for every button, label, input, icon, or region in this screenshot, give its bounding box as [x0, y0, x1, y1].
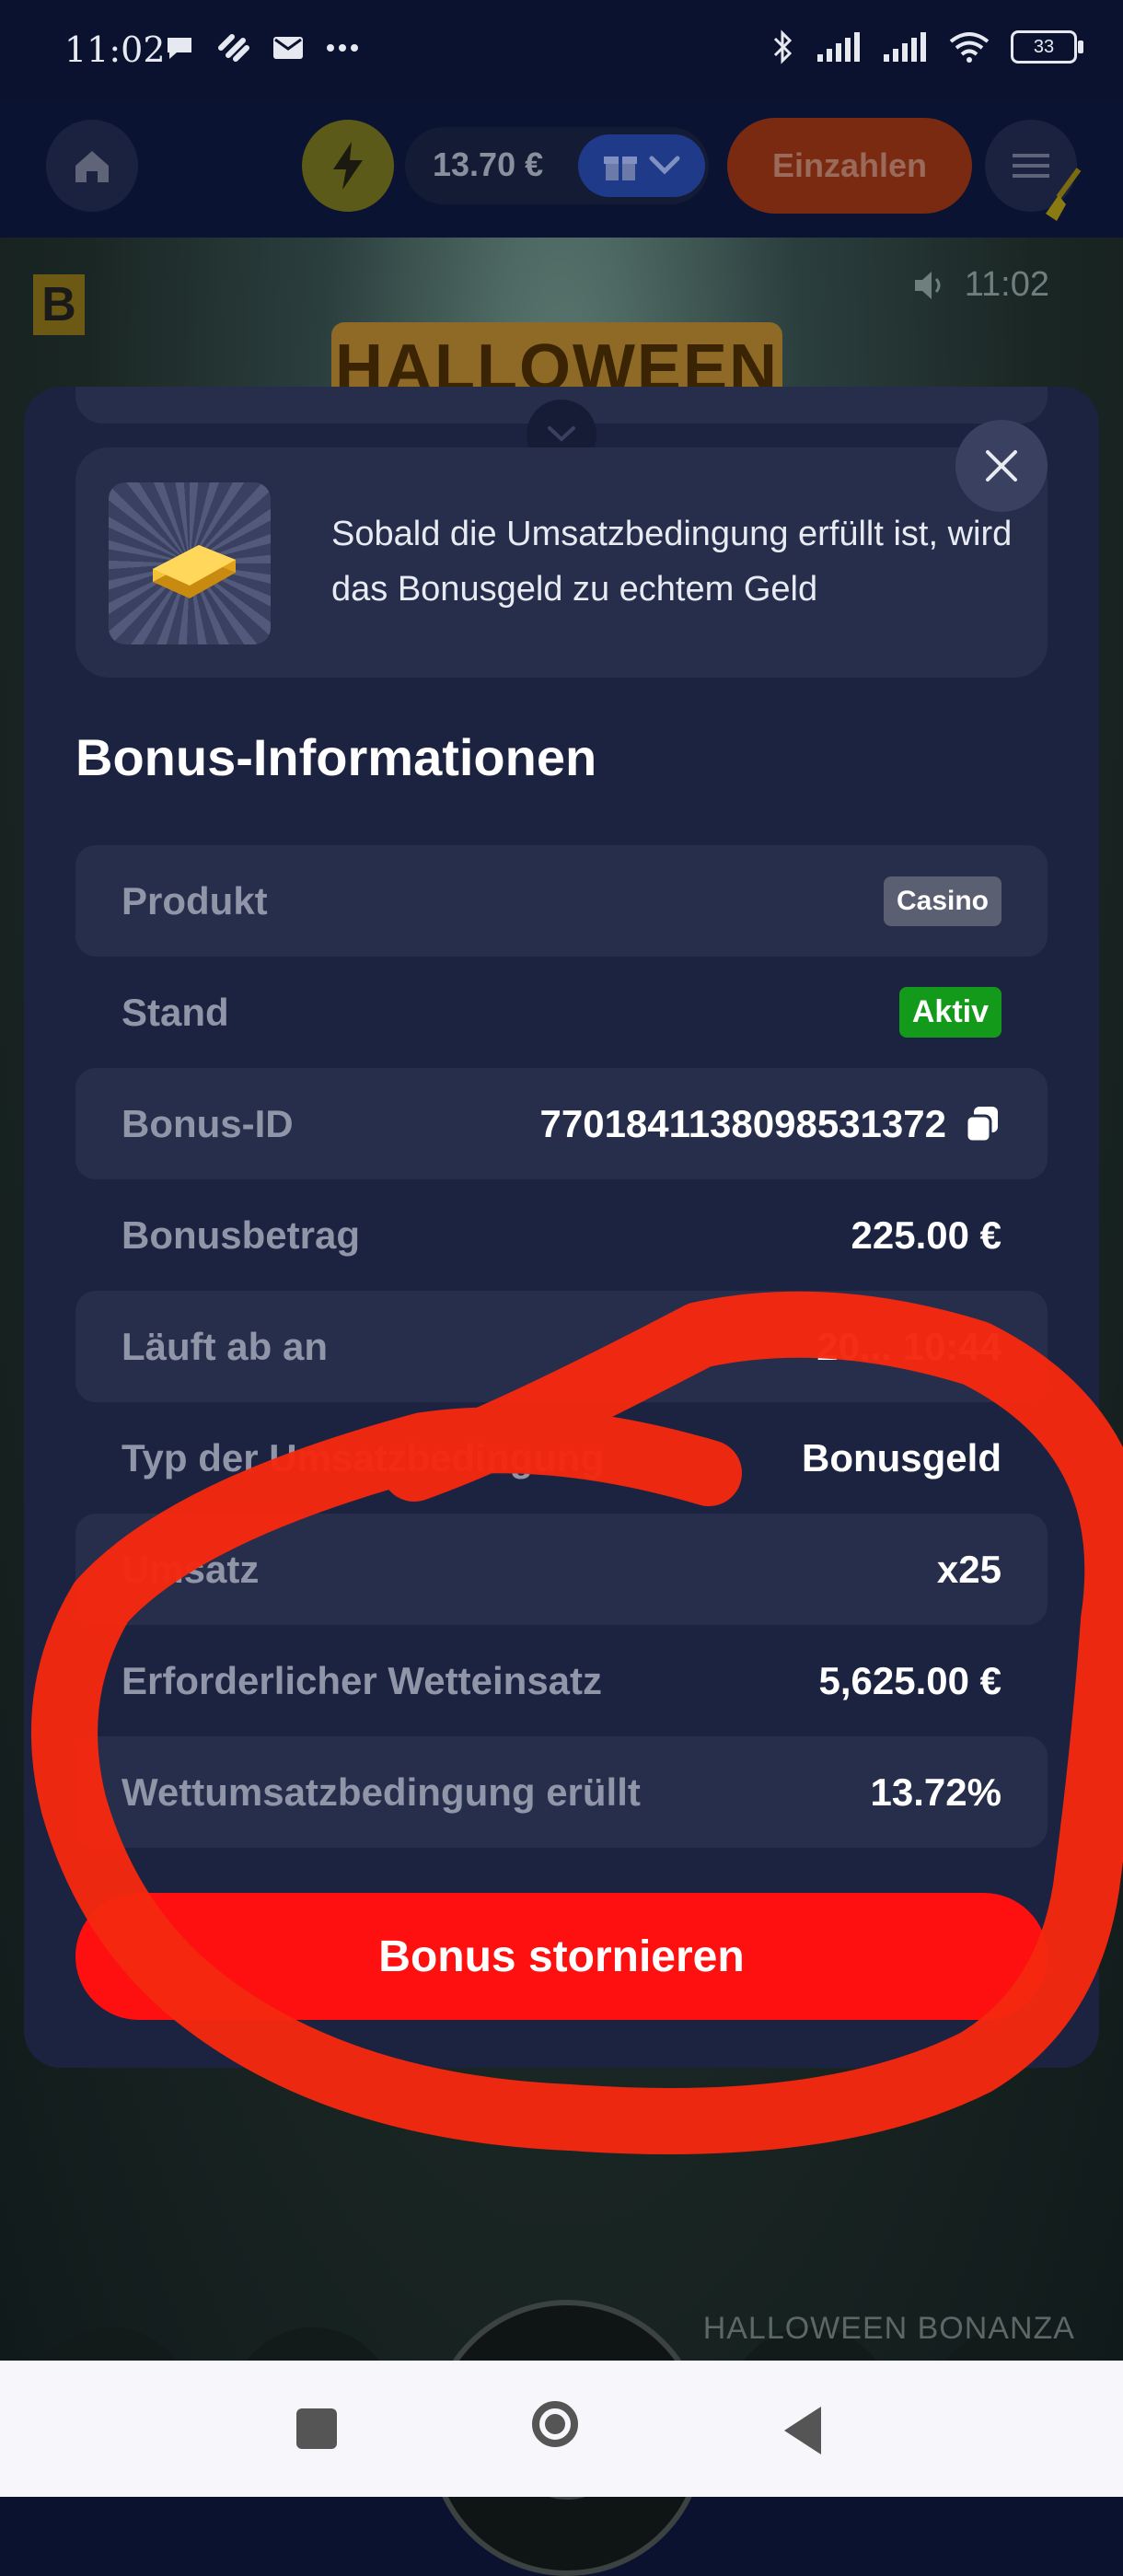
- status-badge: Aktiv: [898, 987, 1001, 1038]
- row-label: Läuft ab an: [122, 1324, 329, 1368]
- home-dot-icon: [545, 2414, 565, 2434]
- status-time: 11:02: [64, 29, 166, 70]
- row-value: 7701841138098531372: [540, 1102, 1002, 1146]
- gold-bar-image: [109, 482, 271, 644]
- row-value: 20... 10:44: [816, 1324, 1001, 1368]
- speaker-icon[interactable]: [913, 270, 948, 301]
- modal-heading: Bonus-Informationen: [75, 728, 597, 786]
- row-required-wager: Erforderlicher Wetteinsatz 5,625.00 €: [75, 1625, 1048, 1736]
- bonus-dropdown[interactable]: [578, 134, 705, 197]
- chevron-down-icon: [548, 426, 575, 442]
- copy-icon[interactable]: [963, 1105, 1001, 1143]
- mail-icon: [273, 37, 303, 59]
- deposit-button[interactable]: Einzahlen: [727, 118, 972, 214]
- row-label: Erforderlicher Wetteinsatz: [122, 1658, 603, 1702]
- gold-bar-icon: [153, 545, 236, 598]
- signal-icon: [884, 32, 926, 62]
- chevron-down-icon: [649, 156, 680, 175]
- app-header: 13.70 € Einzahlen: [0, 101, 1123, 238]
- row-label: Bonus-ID: [122, 1101, 294, 1145]
- close-icon: [986, 450, 1017, 482]
- game-logo: B: [33, 274, 85, 335]
- back-button[interactable]: [784, 2407, 821, 2454]
- product-badge: Casino: [883, 876, 1001, 926]
- row-label: Bonusbetrag: [122, 1213, 361, 1257]
- row-label: Wettumsatzbedingung erüllt: [122, 1770, 641, 1814]
- boost-button[interactable]: [302, 120, 394, 212]
- balance-pill[interactable]: 13.70 €: [405, 127, 709, 204]
- bluetooth-icon: [773, 29, 793, 64]
- row-turnover: Umsatz x25: [75, 1514, 1048, 1625]
- bonus-info-text: Sobald die Umsatzbedingung erfüllt ist, …: [331, 515, 1013, 609]
- cancel-bonus-button[interactable]: Bonus stornieren: [75, 1893, 1048, 2020]
- close-button[interactable]: [955, 420, 1048, 512]
- more-dots-icon: [327, 44, 358, 52]
- bonus-info-card: Sobald die Umsatzbedingung erfüllt ist, …: [75, 447, 1048, 678]
- app-icon: [218, 34, 249, 62]
- gift-icon: [604, 157, 637, 180]
- home-nav-button[interactable]: [532, 2401, 578, 2447]
- row-value: 225.00 €: [851, 1213, 1002, 1257]
- row-status: Stand Aktiv: [75, 957, 1048, 1068]
- row-product: Produkt Casino: [75, 845, 1048, 957]
- row-wager-type: Typ der Umsatzbedingung Bonusgeld: [75, 1402, 1048, 1514]
- system-icons: 33: [771, 28, 1083, 66]
- bonus-details-list: Produkt Casino Stand Aktiv Bonus-ID 7701…: [75, 845, 1048, 1848]
- status-bar: 11:02 33: [0, 0, 1123, 101]
- lightning-icon: [333, 142, 363, 190]
- row-value: 13.72%: [870, 1770, 1001, 1814]
- row-wager-fulfilled: Wettumsatzbedingung erüllt 13.72%: [75, 1736, 1048, 1848]
- row-bonus-id: Bonus-ID 7701841138098531372: [75, 1068, 1048, 1179]
- row-bonus-amount: Bonusbetrag 225.00 €: [75, 1179, 1048, 1291]
- battery-icon: 33: [1011, 30, 1083, 64]
- home-button[interactable]: [46, 120, 138, 212]
- row-value: x25: [936, 1547, 1001, 1591]
- recents-button[interactable]: [296, 2408, 337, 2449]
- android-nav-bar: [0, 2361, 1123, 2497]
- wifi-icon: [949, 32, 990, 63]
- game-footer-title: HALLOWEEN BONANZA: [702, 2311, 1075, 2346]
- game-clock-text: 11:02: [964, 265, 1049, 304]
- row-label: Umsatz: [122, 1547, 260, 1591]
- row-value: Bonusgeld: [802, 1435, 1001, 1479]
- game-clock: 11:02: [913, 265, 1049, 305]
- row-value: 5,625.00 €: [818, 1658, 1001, 1702]
- row-label: Produkt: [122, 878, 268, 922]
- row-label: Stand: [122, 990, 229, 1034]
- chat-bubble-icon: [168, 38, 191, 59]
- notification-icons: [164, 33, 359, 63]
- bonus-info-modal: Sobald die Umsatzbedingung erfüllt ist, …: [24, 387, 1099, 2068]
- balance-amount: 13.70 €: [433, 145, 544, 183]
- broom-icon: [1046, 168, 1082, 221]
- row-expires: Läuft ab an 20... 10:44: [75, 1291, 1048, 1402]
- home-icon: [75, 151, 109, 182]
- bonus-id-value: 7701841138098531372: [539, 1101, 947, 1145]
- signal-icon: [817, 32, 860, 62]
- row-label: Typ der Umsatzbedingung: [122, 1435, 605, 1479]
